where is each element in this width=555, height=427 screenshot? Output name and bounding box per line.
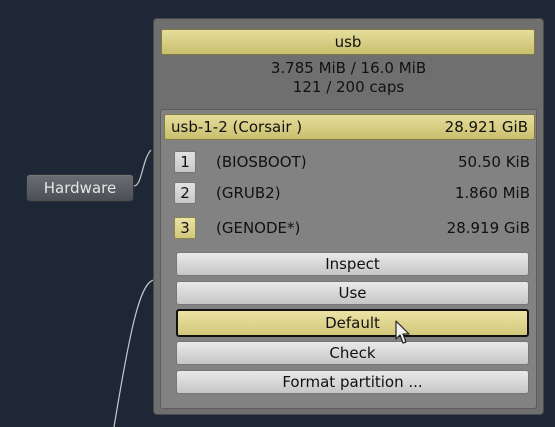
partition-label: (GENODE*): [216, 219, 301, 237]
partition-row-2[interactable]: 2 (GRUB2) 1.860 MiB: [174, 181, 530, 205]
partition-number: 1: [174, 151, 196, 173]
device-name: usb-1-2 (Corsair ): [171, 118, 303, 136]
resource-summary: 3.785 MiB / 16.0 MiB 121 / 200 caps: [154, 59, 543, 97]
partition-size: 28.919 GiB: [446, 219, 530, 237]
device-size: 28.921 GiB: [444, 118, 528, 136]
ram-usage: 3.785 MiB / 16.0 MiB: [270, 59, 427, 77]
mouse-pointer-icon: [395, 320, 410, 344]
partition-number: 3: [174, 217, 196, 239]
partition-size: 1.860 MiB: [454, 184, 530, 202]
check-button[interactable]: Check: [176, 341, 529, 365]
hardware-node[interactable]: Hardware: [26, 174, 134, 202]
partition-label: (GRUB2): [216, 184, 281, 202]
partition-size: 50.50 KiB: [457, 153, 530, 171]
partition-row-3[interactable]: 3 (GENODE*) 28.919 GiB: [174, 216, 530, 240]
panel-title: usb: [161, 29, 535, 55]
partition-number: 2: [174, 182, 196, 204]
inspect-button[interactable]: Inspect: [176, 252, 529, 276]
format-partition-button[interactable]: Format partition ...: [176, 370, 529, 394]
device-row[interactable]: usb-1-2 (Corsair ) 28.921 GiB: [164, 114, 535, 140]
caps-usage: 121 / 200 caps: [292, 78, 405, 96]
use-button[interactable]: Use: [176, 281, 529, 305]
default-button[interactable]: Default: [176, 309, 529, 337]
partition-row-1[interactable]: 1 (BIOSBOOT) 50.50 KiB: [174, 150, 530, 174]
partition-label: (BIOSBOOT): [216, 153, 307, 171]
usb-storage-panel: usb 3.785 MiB / 16.0 MiB 121 / 200 caps …: [153, 18, 544, 415]
